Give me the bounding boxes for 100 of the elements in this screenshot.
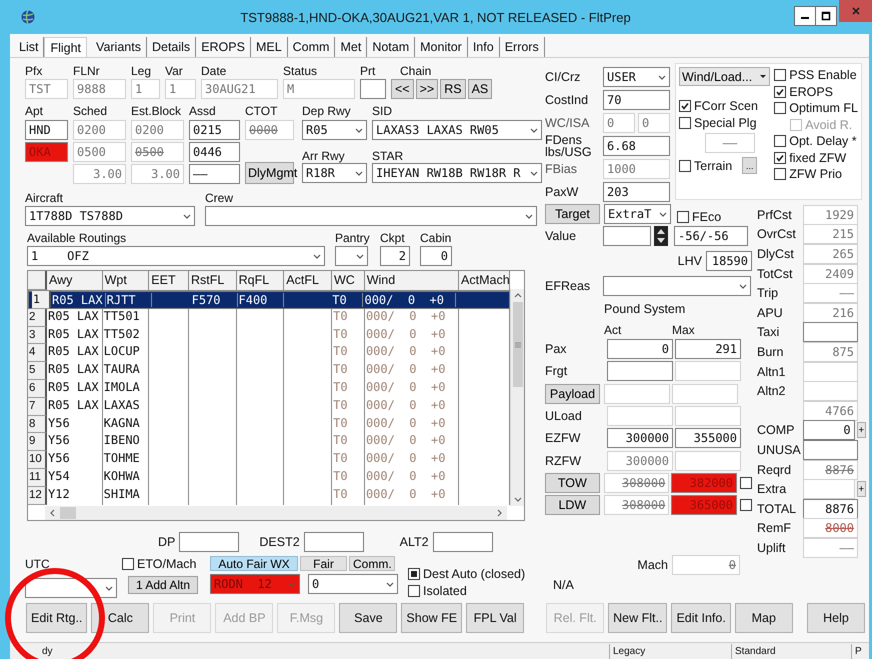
checkbox[interactable] — [679, 116, 691, 129]
dropdown[interactable]: 1 OFZ — [27, 246, 325, 266]
column-header[interactable]: RstFL — [188, 271, 237, 290]
tab[interactable]: Details — [146, 37, 196, 57]
column-header[interactable]: WC — [332, 271, 365, 290]
text-field[interactable]: 308000 — [604, 495, 670, 516]
text-field[interactable]: 291 — [675, 339, 741, 360]
chain-button[interactable]: >> — [416, 79, 438, 99]
action-button[interactable]: FPL Val — [466, 603, 524, 633]
dropdown[interactable]: 1T788D TS788D — [25, 206, 195, 226]
tab[interactable]: Notam — [367, 37, 416, 57]
table-row[interactable]: 11 Y54 KOHWA T0 000/ 0 +0 — [28, 468, 510, 487]
table-row[interactable]: 7 R05 LAX LAXAS T0 000/ 0 +0 — [28, 398, 510, 416]
column-header[interactable]: RqFL — [236, 271, 284, 290]
add-button[interactable]: + — [856, 422, 866, 438]
horizontal-scrollbar[interactable] — [45, 506, 507, 520]
table-row[interactable]: 3 R05 LAX TT502 T0 000/ 0 +0 — [28, 326, 510, 344]
text-field[interactable]: HND — [25, 120, 68, 140]
text-field[interactable] — [607, 361, 673, 382]
spinner-icon[interactable] — [654, 226, 668, 246]
checkbox[interactable] — [408, 584, 420, 597]
action-button[interactable]: Calc — [91, 603, 150, 633]
text-field[interactable] — [179, 532, 240, 552]
column-header[interactable]: EET — [149, 271, 189, 290]
chevron-up-icon[interactable] — [514, 293, 522, 298]
checkbox[interactable] — [774, 152, 786, 164]
checkbox[interactable] — [774, 168, 786, 180]
text-field[interactable]: 0 — [672, 555, 740, 575]
chain-button[interactable]: RS — [440, 79, 466, 99]
tab[interactable]: EROPS — [196, 37, 251, 57]
text-field[interactable]: 70 — [603, 90, 670, 110]
weight-button[interactable]: Payload — [545, 384, 600, 404]
column-header[interactable]: ActMach — [459, 271, 510, 290]
chevron-left-icon[interactable] — [50, 509, 55, 517]
checkbox[interactable] — [408, 568, 420, 580]
column-header[interactable]: Wind — [364, 271, 460, 290]
tab[interactable]: MEL — [250, 37, 288, 57]
text-field[interactable]: 6.68 — [603, 136, 670, 156]
text-field[interactable]: 2 — [380, 246, 410, 266]
text-field[interactable]: 300000 — [607, 428, 673, 448]
text-field[interactable]: 0215 — [189, 120, 240, 140]
tab[interactable]: Met — [335, 37, 368, 57]
scroll-thumb[interactable] — [60, 507, 76, 519]
text-field[interactable]: 0500 — [131, 142, 184, 162]
text-field[interactable] — [803, 440, 858, 460]
checkbox[interactable] — [774, 135, 786, 148]
checkbox[interactable] — [122, 558, 134, 570]
text-field[interactable] — [304, 532, 364, 552]
text-field[interactable]: -56/-56 — [674, 226, 748, 246]
table-row[interactable]: 5 R05 LAX TAURA T0 000/ 0 +0 — [28, 362, 510, 380]
dropdown[interactable] — [335, 246, 368, 266]
checkbox[interactable] — [774, 102, 786, 114]
action-button[interactable]: Save — [339, 603, 398, 633]
text-field[interactable]: 8876 — [803, 460, 858, 480]
dropdown[interactable]: 0 — [308, 574, 398, 594]
add-button[interactable]: + — [856, 481, 866, 498]
text-field[interactable]: 0 — [420, 246, 452, 266]
weather-button[interactable]: Auto Fair WX — [210, 556, 298, 571]
action-button[interactable]: New Flt.. — [608, 603, 668, 633]
action-button[interactable]: Edit Rtg.. — [26, 603, 88, 633]
table-row[interactable]: 4 R05 LAX LOCUP T0 000/ 0 +0 — [28, 344, 510, 362]
target-button[interactable]: Target — [545, 204, 600, 224]
checkbox[interactable] — [740, 499, 752, 512]
checkbox[interactable] — [679, 160, 691, 172]
text-field[interactable]: 0 — [607, 339, 673, 360]
wind-load-menu-button[interactable]: Wind/Load... — [679, 67, 770, 86]
checkbox[interactable] — [774, 69, 786, 82]
action-button[interactable]: Map — [734, 603, 793, 633]
dropdown[interactable] — [205, 206, 537, 226]
dropdown[interactable]: ExtraT — [604, 204, 671, 224]
table-row[interactable]: 10 Y56 TOHME T0 000/ 0 +0 — [28, 451, 510, 469]
weight-button[interactable]: LDW — [545, 495, 600, 516]
add-alternate-button[interactable]: 1 Add Altn — [128, 576, 198, 594]
minimize-button[interactable] — [794, 6, 816, 26]
text-field[interactable]: 0000 — [245, 120, 294, 140]
text-field[interactable] — [360, 79, 386, 99]
vertical-scrollbar[interactable] — [510, 289, 524, 506]
dropdown[interactable] — [603, 276, 751, 296]
text-field[interactable] — [603, 226, 651, 246]
column-header[interactable]: Wpt — [102, 271, 150, 290]
weather-button[interactable]: Comm. — [349, 556, 395, 571]
text-field[interactable]: 8876 — [803, 498, 858, 519]
tab[interactable]: Comm — [288, 37, 336, 57]
maximize-button[interactable] — [815, 6, 837, 26]
weather-button[interactable]: Fair — [300, 556, 347, 571]
dropdown[interactable]: R18R — [302, 163, 367, 183]
checkbox[interactable] — [774, 86, 786, 98]
action-button[interactable]: Show FE — [401, 603, 462, 633]
table-row[interactable]: 2 R05 LAX TT501 T0 000/ 0 +0 — [28, 308, 510, 327]
chain-button[interactable]: << — [391, 79, 414, 99]
text-field[interactable]: —— — [189, 164, 240, 184]
text-field[interactable]: 203 — [603, 182, 670, 202]
dropdown[interactable]: IHEYAN RW18B RW18R R — [372, 163, 542, 183]
help-button[interactable]: Help — [807, 603, 865, 633]
text-field[interactable]: 308000 — [604, 472, 670, 493]
tab[interactable]: Errors — [500, 37, 545, 57]
chain-button[interactable]: AS — [468, 79, 492, 99]
browse-button[interactable]: ... — [742, 157, 758, 174]
table-row[interactable]: 1 R05 LAX RJTT F570 F400 T0 000/ 0 +0 — [28, 291, 510, 309]
table-row[interactable]: 9 Y56 IBENO T0 000/ 0 +0 — [28, 433, 510, 452]
